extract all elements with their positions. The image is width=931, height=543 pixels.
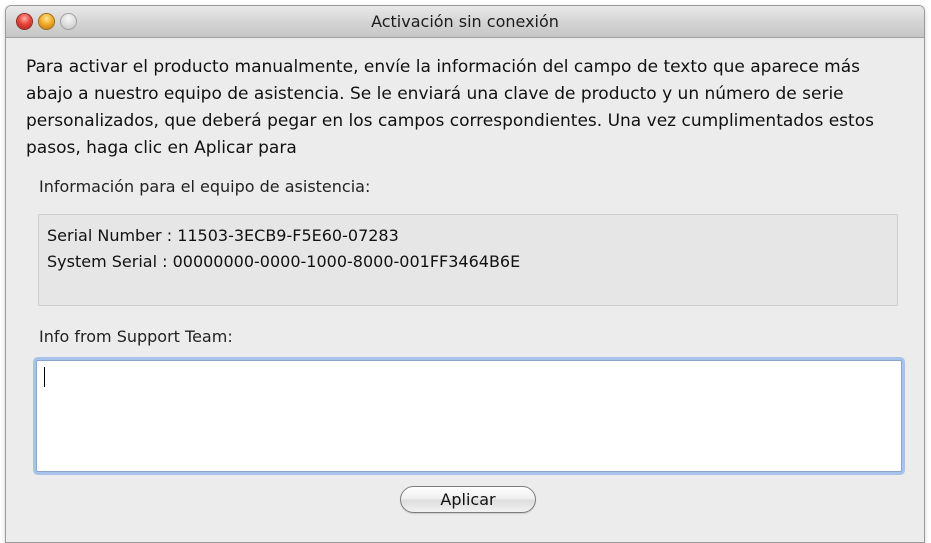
title-bar[interactable]: Activación sin conexión xyxy=(6,6,924,38)
system-serial-line: System Serial : 00000000-0000-1000-8000-… xyxy=(47,252,521,271)
support-team-label: Info from Support Team: xyxy=(39,327,233,346)
offline-activation-dialog: Activación sin conexión Para activar el … xyxy=(6,6,924,542)
serial-number-line: Serial Number : 11503-3ECB9-F5E60-07283 xyxy=(47,226,399,245)
support-info-label: Información para el equipo de asistencia… xyxy=(39,177,371,196)
text-cursor xyxy=(44,367,45,387)
instructions-text: Para activar el producto manualmente, en… xyxy=(26,57,874,158)
serial-info-box[interactable]: Serial Number : 11503-3ECB9-F5E60-07283 … xyxy=(38,214,898,306)
window-title: Activación sin conexión xyxy=(371,12,559,31)
apply-button[interactable]: Aplicar xyxy=(400,486,536,513)
support-team-input[interactable] xyxy=(36,360,902,472)
